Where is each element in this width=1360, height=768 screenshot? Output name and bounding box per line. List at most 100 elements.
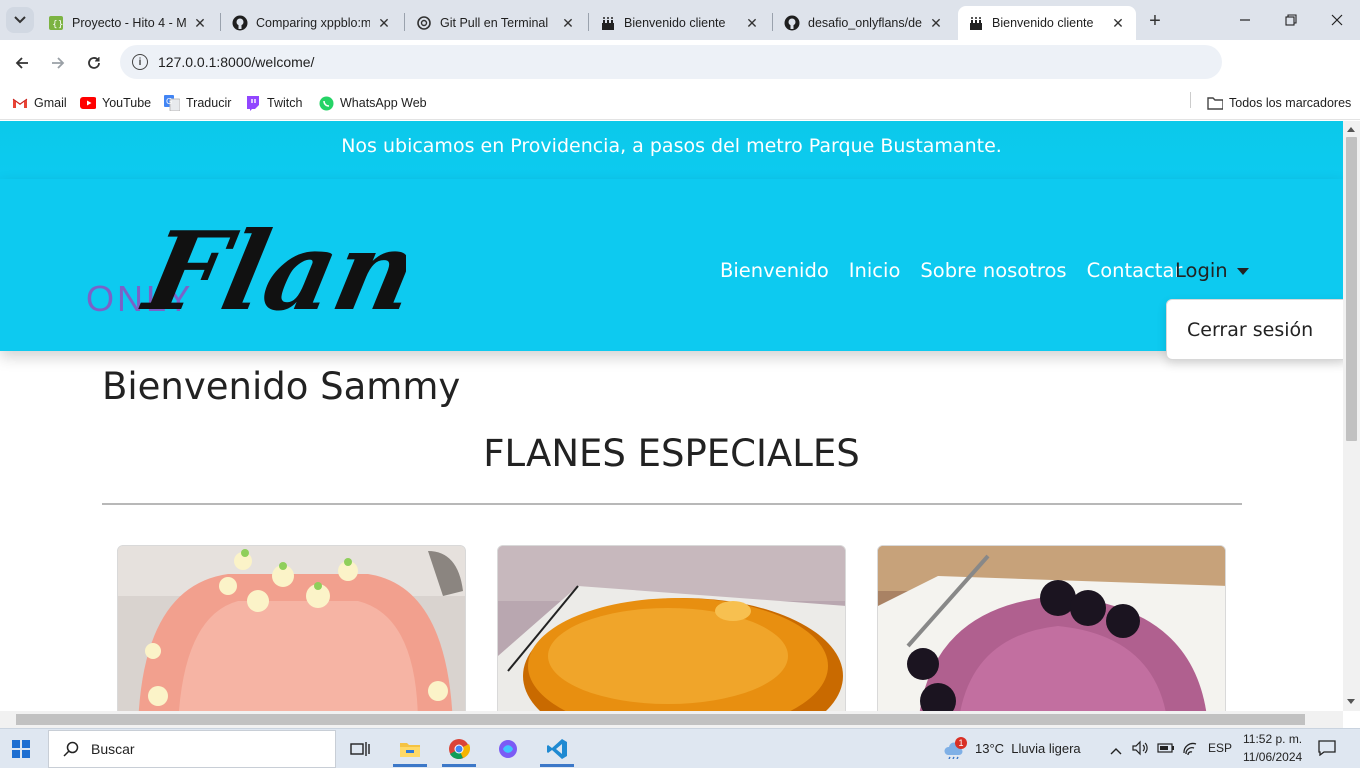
url-text: 127.0.0.1:8000/welcome/ bbox=[158, 54, 315, 70]
copilot-icon[interactable] bbox=[485, 731, 531, 767]
close-icon[interactable]: ✕ bbox=[192, 15, 208, 31]
nav-links: Bienvenido Inicio Sobre nosotros Contact… bbox=[720, 259, 1202, 282]
tab-search-button[interactable] bbox=[6, 7, 34, 33]
tab-title: Comparing xppblo:m bbox=[256, 16, 370, 30]
all-bookmarks[interactable]: Todos los marcadores bbox=[1207, 93, 1351, 113]
scroll-up-icon[interactable] bbox=[1347, 127, 1355, 132]
bookmark-traducir[interactable]: G Traducir bbox=[164, 93, 231, 113]
nav-link-sobre-nosotros[interactable]: Sobre nosotros bbox=[920, 259, 1066, 282]
login-dropdown-toggle[interactable]: Login bbox=[1175, 259, 1249, 282]
tab-bienvenido-1[interactable]: Bienvenido cliente ✕ bbox=[590, 6, 770, 40]
translate-icon: G bbox=[164, 95, 180, 111]
section-title: FLANES ESPECIALES bbox=[483, 432, 860, 475]
svg-text:{}: {} bbox=[52, 20, 63, 30]
chrome-icon[interactable] bbox=[436, 731, 482, 767]
back-button[interactable] bbox=[8, 49, 36, 77]
battery-icon[interactable] bbox=[1157, 741, 1175, 760]
bookmark-whatsapp[interactable]: WhatsApp Web bbox=[318, 93, 427, 113]
tab-bienvenido-active[interactable]: Bienvenido cliente ✕ bbox=[958, 6, 1136, 40]
tab-strip: {} Proyecto - Hito 4 - M ✕ Comparing xpp… bbox=[0, 0, 1360, 40]
flan-card-image[interactable] bbox=[497, 545, 846, 711]
nav-link-inicio[interactable]: Inicio bbox=[849, 259, 901, 282]
main-navbar: ONLY Flans Bienvenido Inicio Sobre nosot… bbox=[0, 179, 1343, 351]
logout-menu-item[interactable]: Cerrar sesión bbox=[1187, 319, 1313, 341]
tab-title: Bienvenido cliente bbox=[992, 16, 1094, 30]
flan-card-image[interactable] bbox=[117, 545, 466, 711]
login-dropdown-menu: Cerrar sesión bbox=[1166, 299, 1343, 360]
address-bar[interactable]: i 127.0.0.1:8000/welcome/ bbox=[120, 45, 1222, 79]
minimize-button[interactable] bbox=[1222, 0, 1268, 40]
close-icon[interactable]: ✕ bbox=[560, 15, 576, 31]
file-explorer-icon[interactable] bbox=[387, 731, 433, 767]
arrow-left-icon bbox=[15, 57, 28, 69]
tab-title: Bienvenido cliente bbox=[624, 16, 726, 30]
forward-button[interactable] bbox=[44, 49, 72, 77]
reload-icon bbox=[88, 57, 100, 69]
scroll-thumb[interactable] bbox=[1346, 137, 1357, 441]
speaker-icon[interactable] bbox=[1132, 740, 1148, 761]
weather-badge: 1 bbox=[955, 737, 967, 749]
all-bookmarks-label: Todos los marcadores bbox=[1229, 96, 1352, 110]
scroll-down-icon[interactable] bbox=[1347, 699, 1355, 704]
section-divider bbox=[102, 503, 1242, 505]
bookmark-gmail[interactable]: Gmail bbox=[12, 93, 67, 113]
flan-card-image[interactable] bbox=[877, 545, 1226, 711]
cake-icon bbox=[968, 15, 984, 31]
browser-toolbar: i 127.0.0.1:8000/welcome/ bbox=[0, 40, 1360, 113]
announcement-bar: Nos ubicamos en Providencia, a pasos del… bbox=[0, 121, 1343, 179]
reload-button[interactable] bbox=[80, 49, 108, 77]
gmail-icon bbox=[12, 95, 28, 111]
weather-text[interactable]: 13°C Lluvia ligera bbox=[975, 741, 1081, 756]
tab-comparing[interactable]: Comparing xppblo:m ✕ bbox=[222, 6, 402, 40]
svg-text:G: G bbox=[166, 97, 172, 106]
bookmark-twitch[interactable]: Twitch bbox=[245, 93, 302, 113]
tab-title: Proyecto - Hito 4 - M bbox=[72, 16, 186, 30]
cake-icon bbox=[600, 15, 616, 31]
language-indicator[interactable]: ESP bbox=[1208, 741, 1232, 755]
bookmark-label: YouTube bbox=[102, 96, 152, 110]
bookmark-label: Twitch bbox=[267, 96, 303, 110]
page-viewport: Nos ubicamos en Providencia, a pasos del… bbox=[0, 121, 1343, 711]
close-icon[interactable]: ✕ bbox=[1110, 15, 1126, 31]
nav-link-contactar[interactable]: Contactar bbox=[1087, 259, 1183, 282]
youtube-icon bbox=[80, 95, 96, 111]
chevron-down-icon bbox=[14, 16, 26, 24]
task-view-icon[interactable] bbox=[337, 731, 383, 767]
nav-link-bienvenido[interactable]: Bienvenido bbox=[720, 259, 829, 282]
brand-logo[interactable]: ONLY Flans bbox=[86, 207, 489, 335]
tab-title: Git Pull en Terminal bbox=[440, 16, 549, 30]
tab-separator bbox=[220, 13, 221, 31]
bookmark-label: Traducir bbox=[186, 96, 232, 110]
bookmark-label: Gmail bbox=[34, 96, 67, 110]
tab-git-pull[interactable]: Git Pull en Terminal ✕ bbox=[406, 6, 586, 40]
tab-separator bbox=[404, 13, 405, 31]
login-label: Login bbox=[1175, 259, 1228, 282]
close-icon bbox=[1331, 14, 1343, 26]
project-favicon: {} bbox=[48, 15, 64, 31]
bookmark-youtube[interactable]: YouTube bbox=[80, 93, 151, 113]
vertical-scrollbar[interactable] bbox=[1343, 121, 1360, 711]
close-icon[interactable]: ✕ bbox=[376, 15, 392, 31]
restore-button[interactable] bbox=[1268, 0, 1314, 40]
taskbar-search[interactable]: Buscar bbox=[48, 730, 336, 768]
tab-desafio[interactable]: desafio_onlyflans/de ✕ bbox=[774, 6, 954, 40]
chevron-up-icon[interactable] bbox=[1110, 742, 1122, 760]
wifi-icon[interactable] bbox=[1182, 740, 1198, 761]
windows-start-icon[interactable] bbox=[12, 740, 30, 758]
tab-proyecto[interactable]: {} Proyecto - Hito 4 - M ✕ bbox=[38, 6, 218, 40]
window-close-button[interactable] bbox=[1314, 0, 1360, 40]
close-icon[interactable]: ✕ bbox=[744, 15, 760, 31]
welcome-heading: Bienvenido Sammy bbox=[102, 365, 461, 408]
tab-title: desafio_onlyflans/de bbox=[808, 16, 922, 30]
close-icon[interactable]: ✕ bbox=[928, 15, 944, 31]
vscode-icon[interactable] bbox=[534, 731, 580, 767]
notifications-icon[interactable] bbox=[1318, 740, 1336, 761]
search-icon bbox=[63, 741, 79, 757]
site-info-icon[interactable]: i bbox=[132, 54, 148, 70]
clock-date[interactable]: 11/06/2024 bbox=[1243, 750, 1302, 764]
horizontal-scrollbar[interactable] bbox=[0, 711, 1343, 728]
scroll-thumb[interactable] bbox=[16, 714, 1305, 725]
new-tab-button[interactable]: + bbox=[1143, 9, 1167, 33]
folder-icon bbox=[1207, 95, 1223, 111]
clock-time[interactable]: 11:52 p. m. bbox=[1243, 732, 1302, 746]
